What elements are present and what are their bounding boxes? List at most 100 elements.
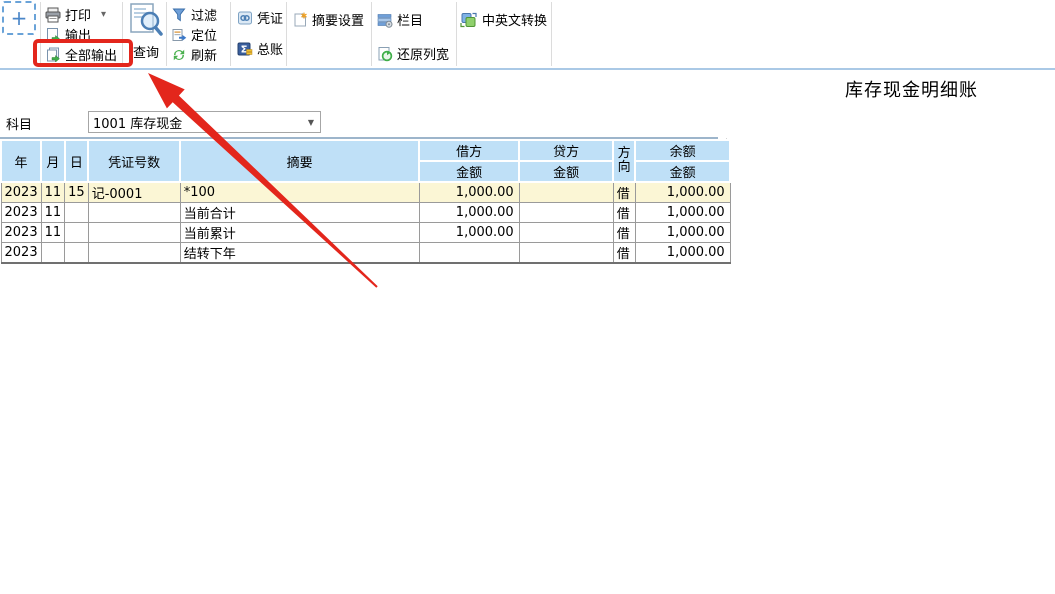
export-all-label: 全部输出 [65, 45, 117, 64]
export-all-button[interactable]: 全部输出 [45, 45, 117, 64]
voucher-icon [237, 10, 253, 26]
print-dropdown-caret[interactable]: ▾ [101, 9, 106, 20]
refresh-label: 刷新 [191, 45, 217, 64]
cell-debit[interactable] [419, 243, 519, 264]
table-row[interactable]: 2023 11 15 记-0001 *100 1,000.00 借 1,000.… [1, 182, 730, 203]
svg-text:✱: ✱ [301, 12, 308, 21]
cell-direction[interactable]: 借 [613, 182, 635, 203]
cell-year[interactable]: 2023 [1, 203, 41, 223]
col-header-year: 年 [1, 140, 41, 182]
summary-settings-label: 摘要设置 [312, 10, 364, 29]
page-title: 库存现金明细账 [845, 76, 978, 102]
cell-month[interactable]: 11 [41, 223, 65, 243]
cell-month[interactable]: 11 [41, 182, 65, 203]
col-header-summary: 摘要 [180, 140, 419, 182]
sigma-ledger-icon: Σ [237, 41, 253, 57]
cell-day[interactable] [65, 203, 89, 223]
cell-day[interactable] [65, 223, 89, 243]
cell-voucher-no[interactable] [88, 203, 180, 223]
export-label: 输出 [65, 25, 91, 44]
cell-balance[interactable]: 1,000.00 [635, 223, 730, 243]
columns-icon [377, 12, 393, 28]
cell-credit[interactable] [519, 223, 613, 243]
table-row[interactable]: 2023 11 当前合计 1,000.00 借 1,000.00 [1, 203, 730, 223]
app-window: + 打印 ▾ 输出 全部输出 [0, 0, 1055, 594]
direction-char-2: 向 [618, 160, 631, 175]
cell-day[interactable] [65, 243, 89, 264]
cell-year[interactable]: 2023 [1, 223, 41, 243]
cell-summary[interactable]: 结转下年 [180, 243, 419, 264]
cell-summary[interactable]: *100 [180, 182, 419, 203]
cell-direction[interactable]: 借 [613, 243, 635, 264]
cell-voucher-no[interactable] [88, 223, 180, 243]
locate-button[interactable]: 定位 [171, 25, 217, 44]
subject-label: 科目 [6, 114, 32, 133]
combo-dropdown-caret-icon[interactable]: ▼ [302, 118, 320, 127]
columns-label: 栏目 [397, 10, 423, 29]
cell-voucher-no[interactable] [88, 243, 180, 264]
print-label: 打印 [65, 5, 91, 24]
toolbar-separator [166, 2, 167, 66]
table-row[interactable]: 2023 11 当前累计 1,000.00 借 1,000.00 [1, 223, 730, 243]
col-header-balance: 余额 [635, 140, 730, 161]
toolbar-separator [286, 2, 287, 66]
restore-column-width-button[interactable]: 还原列宽 [377, 44, 449, 63]
cell-summary[interactable]: 当前合计 [180, 203, 419, 223]
cell-balance[interactable]: 1,000.00 [635, 182, 730, 203]
toolbar-separator [230, 2, 231, 66]
cell-month[interactable] [41, 243, 65, 264]
cell-month[interactable]: 11 [41, 203, 65, 223]
col-header-direction: 方向 [613, 140, 635, 182]
filter-icon [171, 7, 187, 23]
header-row-1: 年 月 日 凭证号数 摘要 借方 贷方 方向 余额 [1, 140, 730, 161]
translate-icon [460, 12, 478, 28]
table-row[interactable]: 2023 结转下年 借 1,000.00 [1, 243, 730, 264]
printer-icon [45, 7, 61, 23]
cell-credit[interactable] [519, 182, 613, 203]
toolbar-separator [122, 2, 123, 66]
query-label: 查询 [133, 42, 159, 61]
toolbar-separator [456, 2, 457, 66]
toolbar-separator [371, 2, 372, 66]
cell-credit[interactable] [519, 243, 613, 264]
cell-direction[interactable]: 借 [613, 223, 635, 243]
subject-combobox[interactable]: 1001 库存现金 ▼ [88, 111, 321, 133]
cell-debit[interactable]: 1,000.00 [419, 223, 519, 243]
cell-direction[interactable]: 借 [613, 203, 635, 223]
refresh-button[interactable]: 刷新 [171, 45, 217, 64]
add-tab-button[interactable]: + [2, 1, 36, 35]
summary-settings-button[interactable]: ✱ 摘要设置 [292, 10, 364, 29]
restore-width-icon [377, 46, 393, 62]
locate-icon [171, 27, 187, 43]
subject-combobox-value: 1001 库存现金 [89, 113, 302, 132]
cell-year[interactable]: 2023 [1, 182, 41, 203]
voucher-button[interactable]: 凭证 [237, 8, 283, 27]
filter-button[interactable]: 过滤 [171, 5, 217, 24]
columns-button[interactable]: 栏目 [377, 10, 423, 29]
filter-label: 过滤 [191, 5, 217, 24]
cell-debit[interactable]: 1,000.00 [419, 182, 519, 203]
cell-year[interactable]: 2023 [1, 243, 41, 264]
export-all-icon [45, 47, 61, 63]
cell-credit[interactable] [519, 203, 613, 223]
toolbar-separator [551, 2, 552, 66]
voucher-label: 凭证 [257, 8, 283, 27]
col-header-debit: 借方 [419, 140, 519, 161]
toolbar-separator [40, 2, 41, 66]
col-header-balance-amount: 金额 [635, 161, 730, 182]
cell-summary[interactable]: 当前累计 [180, 223, 419, 243]
export-button[interactable]: 输出 [45, 25, 91, 44]
cn-en-switch-label: 中英文转换 [482, 10, 547, 29]
cell-voucher-no[interactable]: 记-0001 [88, 182, 180, 203]
cn-en-switch-button[interactable]: 中英文转换 [460, 10, 547, 29]
print-button[interactable]: 打印 ▾ [45, 5, 106, 24]
cell-balance[interactable]: 1,000.00 [635, 203, 730, 223]
restore-column-width-label: 还原列宽 [397, 44, 449, 63]
cell-balance[interactable]: 1,000.00 [635, 243, 730, 264]
query-button[interactable]: 查询 [126, 2, 166, 58]
cell-day[interactable]: 15 [65, 182, 89, 203]
toolbar: + 打印 ▾ 输出 全部输出 [0, 0, 1055, 70]
export-icon [45, 27, 61, 43]
cell-debit[interactable]: 1,000.00 [419, 203, 519, 223]
general-ledger-button[interactable]: Σ 总账 [237, 39, 283, 58]
